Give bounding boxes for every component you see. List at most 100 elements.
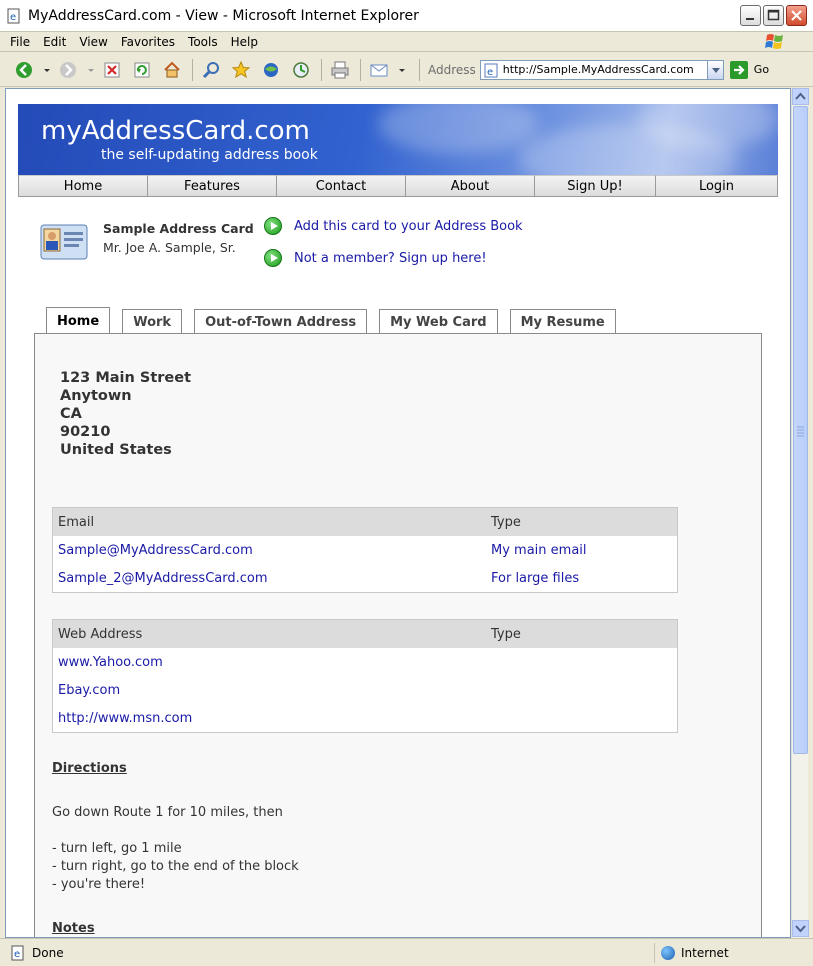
nav-sign-up[interactable]: Sign Up! — [535, 175, 656, 197]
site-tagline: the self-updating address book — [101, 147, 318, 163]
table-row: Sample@MyAddressCard.com My main email — [53, 536, 677, 564]
menu-file[interactable]: File — [10, 35, 30, 49]
tab-home[interactable]: Home — [46, 307, 111, 334]
address-city: Anytown — [60, 388, 132, 404]
toolbar-separator — [360, 58, 361, 81]
email-link[interactable]: Sample_2@MyAddressCard.com — [53, 571, 491, 586]
address-zip: 90210 — [60, 424, 111, 440]
tab-work[interactable]: Work — [122, 309, 183, 334]
menu-tools[interactable]: Tools — [188, 35, 218, 49]
web-link[interactable]: www.Yahoo.com — [53, 655, 491, 670]
refresh-icon[interactable] — [132, 60, 152, 80]
address-state: CA — [60, 406, 82, 422]
address-dropdown-icon[interactable] — [706, 60, 723, 79]
tab-out-of-town-address[interactable]: Out-of-Town Address — [194, 309, 368, 334]
nav-login[interactable]: Login — [656, 175, 778, 197]
directions-heading: Directions — [52, 761, 127, 776]
back-dropdown-icon[interactable] — [44, 60, 50, 80]
directions-text: Go down Route 1 for 10 miles, then - tur… — [52, 804, 299, 894]
svg-text:e: e — [487, 67, 493, 78]
mail-dropdown-icon[interactable] — [399, 60, 405, 80]
action-label: Not a member? Sign up here! — [294, 250, 487, 266]
directions-step: - you're there! — [52, 877, 146, 892]
forward-dropdown-icon[interactable] — [88, 60, 94, 80]
print-icon[interactable] — [330, 60, 350, 80]
vertical-scrollbar[interactable] — [791, 88, 809, 938]
email-link[interactable]: Sample@MyAddressCard.com — [53, 543, 491, 558]
ie-page-icon: e — [6, 8, 22, 24]
notes-heading: Notes — [52, 921, 95, 936]
close-button[interactable] — [786, 5, 807, 26]
go-label: Go — [753, 63, 770, 76]
card-owner: Mr. Joe A. Sample, Sr. — [103, 240, 236, 255]
home-address: 123 Main Street Anytown CA 90210 United … — [60, 369, 191, 459]
forward-icon[interactable] — [58, 60, 78, 80]
search-icon[interactable] — [201, 60, 221, 80]
go-arrow-icon — [729, 60, 748, 79]
menu-edit[interactable]: Edit — [43, 35, 66, 49]
column-header-web-address: Web Address — [58, 626, 143, 642]
site-name: myAddressCard.com — [41, 116, 310, 146]
maximize-button[interactable] — [763, 5, 784, 26]
action-label: Add this card to your Address Book — [294, 218, 523, 234]
nav-contact[interactable]: Contact — [277, 175, 406, 197]
address-label: Address — [428, 62, 476, 77]
tab-my-web-card[interactable]: My Web Card — [379, 309, 498, 334]
table-row: Ebay.com — [53, 676, 677, 704]
site-nav: Home Features Contact About Sign Up! Log… — [18, 175, 778, 197]
web-link[interactable]: http://www.msn.com — [53, 711, 491, 726]
status-bar: e Done Internet — [0, 938, 813, 966]
menu-bar: File Edit View Favorites Tools Help — [0, 32, 813, 52]
directions-step: - turn left, go 1 mile — [52, 841, 182, 856]
nav-about[interactable]: About — [406, 175, 535, 197]
toolbar-separator — [419, 58, 420, 81]
card-tabs: Home Work Out-of-Town Address My Web Car… — [46, 307, 628, 334]
minimize-button[interactable] — [740, 5, 761, 26]
tab-panel-home: 123 Main Street Anytown CA 90210 United … — [34, 333, 762, 937]
favorites-star-icon[interactable] — [231, 60, 251, 80]
ie-page-icon: e — [10, 945, 26, 961]
card-title: Sample Address Card — [103, 221, 254, 236]
directions-step: - turn right, go to the end of the block — [52, 859, 299, 874]
status-text: Done — [32, 945, 64, 960]
menu-view[interactable]: View — [79, 35, 107, 49]
go-button[interactable]: Go — [729, 60, 770, 79]
back-icon[interactable] — [14, 60, 34, 80]
windows-logo-icon — [764, 32, 786, 52]
stop-icon[interactable] — [102, 60, 122, 80]
address-url: http://Sample.MyAddressCard.com — [502, 63, 694, 76]
card-header: Sample Address Card Mr. Joe A. Sample, S… — [18, 197, 778, 317]
scroll-down-icon[interactable] — [792, 920, 809, 937]
ie-page-icon: e — [484, 63, 499, 81]
scroll-thumb[interactable] — [793, 106, 808, 754]
mail-icon[interactable] — [369, 60, 389, 80]
media-icon[interactable] — [261, 60, 281, 80]
home-icon[interactable] — [162, 60, 182, 80]
column-header-email: Email — [58, 514, 95, 530]
table-header: Web Address Type — [53, 620, 677, 648]
table-row: Sample_2@MyAddressCard.com For large fil… — [53, 564, 677, 592]
sign-up-link[interactable]: Not a member? Sign up here! — [264, 249, 487, 267]
history-icon[interactable] — [291, 60, 311, 80]
directions-intro: Go down Route 1 for 10 miles, then — [52, 805, 283, 820]
nav-features[interactable]: Features — [148, 175, 277, 197]
address-street: 123 Main Street — [60, 370, 191, 386]
green-arrow-icon — [264, 217, 282, 235]
add-to-address-book-link[interactable]: Add this card to your Address Book — [264, 217, 523, 235]
table-header: Email Type — [53, 508, 677, 536]
address-input[interactable]: e http://Sample.MyAddressCard.com — [479, 59, 724, 81]
email-type: My main email — [491, 542, 587, 558]
table-row: www.Yahoo.com — [53, 648, 677, 676]
address-card-icon — [40, 222, 88, 262]
nav-home[interactable]: Home — [18, 175, 148, 197]
title-bar: e MyAddressCard.com - View - Microsoft I… — [0, 0, 813, 32]
email-type: For large files — [491, 570, 580, 586]
web-link[interactable]: Ebay.com — [53, 683, 491, 698]
green-arrow-icon — [264, 249, 282, 267]
menu-favorites[interactable]: Favorites — [121, 35, 175, 49]
menu-help[interactable]: Help — [231, 35, 258, 49]
column-header-type: Type — [491, 626, 521, 642]
scroll-up-icon[interactable] — [792, 88, 809, 105]
internet-globe-icon — [661, 946, 675, 960]
tab-my-resume[interactable]: My Resume — [509, 309, 616, 334]
